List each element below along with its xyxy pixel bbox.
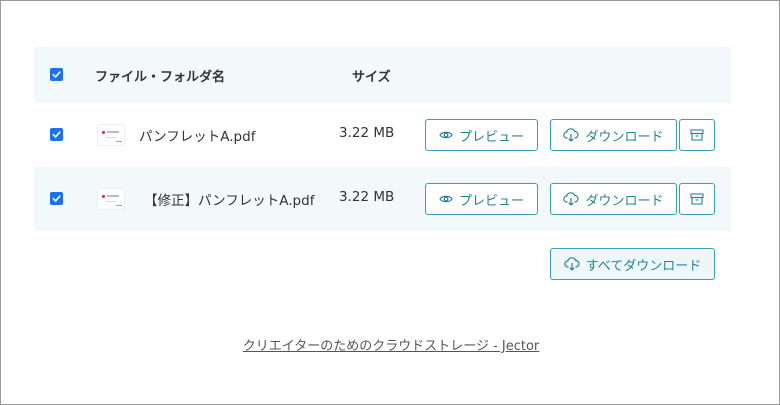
- file-name[interactable]: 【修正】パンフレットA.pdf: [144, 189, 314, 209]
- file-thumbnail: [97, 124, 125, 146]
- column-header-name: ファイル・フォルダ名: [95, 70, 226, 85]
- download-button[interactable]: ダウンロード: [550, 183, 677, 215]
- archive-button[interactable]: [679, 183, 715, 215]
- table-header: ファイル・フォルダ名 サイズ: [34, 47, 731, 103]
- archive-button[interactable]: [679, 119, 715, 151]
- download-all-button[interactable]: すべてダウンロード: [550, 248, 715, 280]
- download-all-label: すべてダウンロード: [585, 258, 702, 274]
- app-window: ファイル・フォルダ名 サイズ パンフレットA.pdf 3.22 MB プレビュー…: [0, 0, 780, 405]
- select-all-checkbox[interactable]: [50, 68, 63, 81]
- row-checkbox[interactable]: [50, 128, 63, 141]
- archive-box-icon: [690, 129, 704, 141]
- preview-button-label: プレビュー: [458, 129, 524, 145]
- file-name[interactable]: パンフレットA.pdf: [139, 125, 255, 145]
- download-button-label: ダウンロード: [585, 129, 664, 145]
- file-size: 3.22 MB: [339, 125, 395, 141]
- table-row: パンフレットA.pdf 3.22 MB プレビュー ダウンロード: [34, 103, 731, 167]
- check-icon: [52, 131, 61, 138]
- check-icon: [52, 71, 61, 78]
- file-size: 3.22 MB: [339, 189, 395, 205]
- eye-icon: [439, 131, 453, 139]
- cloud-download-icon: [563, 257, 580, 271]
- download-button-label: ダウンロード: [585, 193, 664, 209]
- file-table: ファイル・フォルダ名 サイズ パンフレットA.pdf 3.22 MB プレビュー…: [34, 47, 731, 231]
- cloud-download-icon: [563, 128, 580, 142]
- cloud-download-icon: [563, 192, 580, 206]
- download-button[interactable]: ダウンロード: [550, 119, 677, 151]
- preview-button[interactable]: プレビュー: [425, 183, 538, 215]
- footer-link[interactable]: クリエイターのためのクラウドストレージ - Jector: [1, 335, 780, 354]
- archive-box-icon: [690, 193, 704, 205]
- preview-button-label: プレビュー: [458, 193, 524, 209]
- row-checkbox[interactable]: [50, 192, 63, 205]
- table-row: 【修正】パンフレットA.pdf 3.22 MB プレビュー ダウンロード: [34, 167, 731, 231]
- eye-icon: [439, 195, 453, 203]
- file-thumbnail: [97, 188, 125, 210]
- check-icon: [52, 195, 61, 202]
- preview-button[interactable]: プレビュー: [425, 119, 538, 151]
- column-header-size: サイズ: [352, 70, 391, 85]
